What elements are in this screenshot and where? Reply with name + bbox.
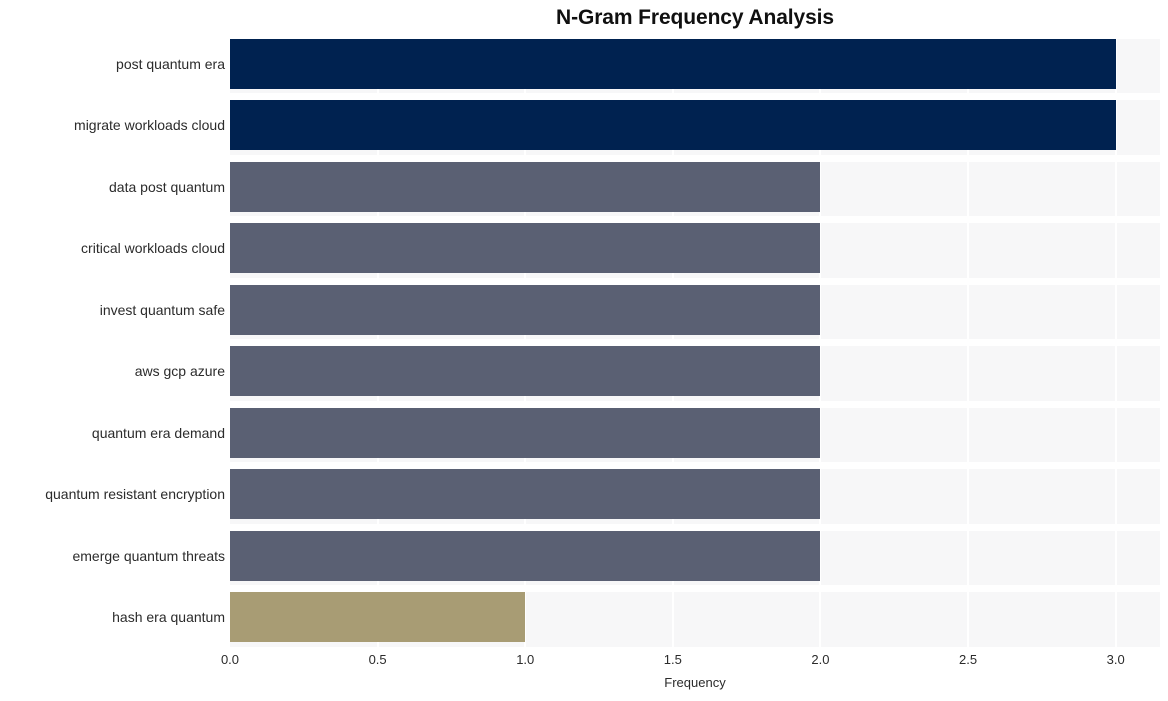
gridline-horizontal bbox=[230, 216, 1160, 224]
y-axis-tick-label: hash era quantum bbox=[112, 609, 225, 626]
gridline-horizontal bbox=[230, 523, 1160, 531]
bar[interactable] bbox=[230, 284, 821, 335]
x-axis-tick-label: 0.5 bbox=[368, 652, 387, 667]
x-axis-tick-label: 1.5 bbox=[663, 652, 682, 667]
gridline-horizontal bbox=[230, 646, 1160, 648]
bar[interactable] bbox=[230, 223, 821, 274]
x-axis-tick-label: 2.0 bbox=[811, 652, 830, 667]
gridline-horizontal bbox=[230, 154, 1160, 162]
y-axis-tick-label: invest quantum safe bbox=[99, 301, 225, 318]
x-axis-tick-label: 3.0 bbox=[1106, 652, 1125, 667]
gridline-horizontal bbox=[230, 462, 1160, 470]
gridline-horizontal bbox=[230, 585, 1160, 593]
y-axis-tick-label: quantum era demand bbox=[91, 424, 225, 441]
x-axis-tick-label: 1.0 bbox=[516, 652, 535, 667]
x-axis-tick-label: 0.0 bbox=[220, 652, 240, 667]
y-axis-tick-label: quantum resistant encryption bbox=[45, 486, 225, 503]
y-axis-tick-label: data post quantum bbox=[109, 178, 225, 195]
y-axis-tick-label: migrate workloads cloud bbox=[74, 117, 225, 134]
gridline-horizontal bbox=[230, 277, 1160, 285]
bar[interactable] bbox=[230, 346, 821, 397]
gridline-horizontal bbox=[230, 339, 1160, 347]
y-axis-tick-label: emerge quantum threats bbox=[72, 547, 225, 564]
y-axis-tick-label: critical workloads cloud bbox=[81, 240, 225, 257]
bar[interactable] bbox=[230, 407, 821, 458]
x-axis-tick-label: 2.5 bbox=[959, 652, 978, 667]
bar[interactable] bbox=[230, 530, 821, 581]
bar[interactable] bbox=[230, 100, 1116, 151]
x-axis-label: Frequency bbox=[664, 675, 726, 690]
y-axis-tick-label: post quantum era bbox=[116, 55, 225, 72]
bar[interactable] bbox=[230, 469, 821, 520]
gridline-horizontal bbox=[230, 400, 1160, 408]
chart-title: N-Gram Frequency Analysis bbox=[556, 6, 834, 29]
bar[interactable] bbox=[230, 38, 1116, 89]
gridline-horizontal bbox=[230, 93, 1160, 101]
bar[interactable] bbox=[230, 161, 821, 212]
chart-figure: N-Gram Frequency Analysis post quantum e… bbox=[0, 0, 1168, 701]
bar[interactable] bbox=[230, 592, 526, 643]
plot-area bbox=[230, 33, 1160, 648]
y-axis-tick-label: aws gcp azure bbox=[134, 363, 225, 380]
